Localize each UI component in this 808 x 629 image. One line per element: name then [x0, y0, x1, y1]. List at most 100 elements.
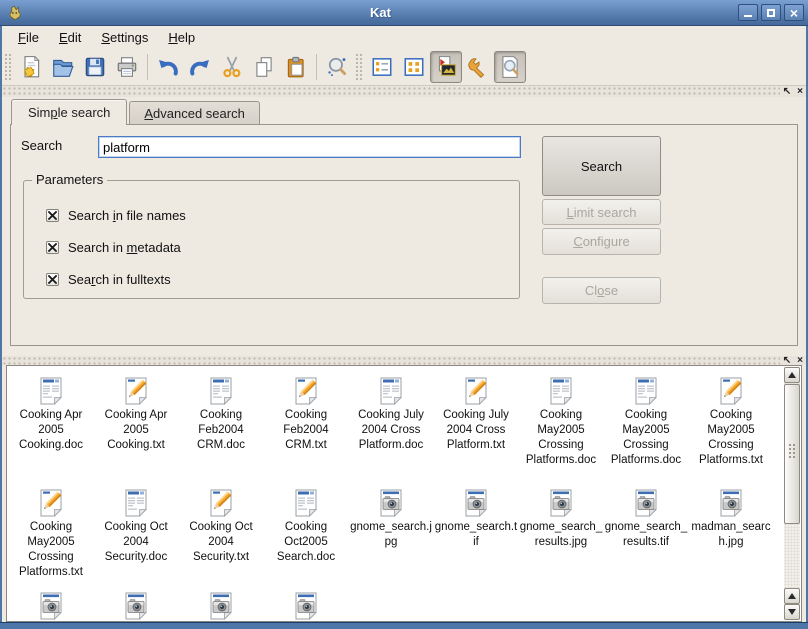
copy-button[interactable] — [248, 51, 280, 83]
dock-close-icon[interactable]: × — [794, 86, 806, 97]
toolbar-group — [366, 51, 526, 83]
checkbox-search-in-fulltexts[interactable] — [46, 273, 59, 286]
image-file-icon — [120, 590, 152, 620]
preview-icon — [498, 55, 522, 79]
file-item[interactable]: gnome_search_results.jpg — [519, 487, 603, 550]
search-input[interactable] — [98, 136, 521, 158]
window-controls: × — [738, 4, 804, 21]
checkbox-search-in-metadata[interactable] — [46, 241, 59, 254]
document-file-icon — [545, 375, 577, 407]
file-item[interactable]: Cooking Oct 2004 Security.txt — [179, 487, 263, 565]
file-item[interactable]: Cooking Oct 2004 Security.doc — [94, 487, 178, 565]
file-name: Cooking Feb2004 CRM.doc — [179, 408, 263, 453]
redo-button[interactable] — [184, 51, 216, 83]
window-border-bottom — [0, 622, 808, 629]
file-item[interactable]: Cooking Apr 2005 Cooking.doc — [9, 375, 93, 453]
file-item[interactable]: Cooking Feb2004 CRM.txt — [264, 375, 348, 453]
wrench-icon — [466, 55, 490, 79]
preview-button[interactable] — [494, 51, 526, 83]
file-name: Cooking May2005 Crossing Platforms.doc — [604, 408, 688, 468]
menu-settings[interactable]: Settings — [91, 27, 158, 48]
file-item[interactable]: madman_search_results.jpg — [94, 590, 178, 620]
checkbox-search-in-file-names[interactable] — [46, 209, 59, 222]
scrollbar-thumb[interactable] — [784, 384, 800, 524]
save-icon — [83, 55, 107, 79]
file-item[interactable]: madman_installing.jpg — [264, 590, 348, 620]
toolbar-handle[interactable] — [355, 53, 364, 81]
titlebar[interactable]: Kat × — [0, 0, 808, 26]
arrow-up-icon — [788, 593, 796, 599]
parameter-row: Search in metadata — [46, 240, 519, 255]
dock-close-icon[interactable]: × — [794, 356, 806, 365]
toolbar — [2, 48, 806, 86]
dock-undock-icon[interactable]: ↖ — [780, 356, 794, 365]
document-file-icon — [290, 487, 322, 519]
view-icons-icon — [402, 55, 426, 79]
configure-button[interactable]: Configure — [542, 228, 661, 255]
file-item[interactable]: Cooking May2005 Crossing Platforms.txt — [689, 375, 773, 468]
limit-search-button[interactable]: Limit search — [542, 199, 661, 225]
redo-icon — [188, 55, 212, 79]
view-images-button[interactable] — [430, 51, 462, 83]
scroll-down-button[interactable] — [784, 604, 800, 620]
open-button[interactable] — [47, 51, 79, 83]
image-file-icon — [545, 487, 577, 519]
file-item[interactable]: gnome_search_results.tif — [604, 487, 688, 550]
file-name: gnome_search_results.tif — [604, 520, 688, 550]
tab-simple-search[interactable]: Simple search — [11, 99, 127, 125]
file-item[interactable]: gnome_search.tif — [434, 487, 518, 550]
scroll-up-button[interactable] — [784, 367, 800, 383]
menu-help[interactable]: Help — [158, 27, 205, 48]
minimize-button[interactable] — [738, 4, 758, 21]
view-list-button[interactable] — [366, 51, 398, 83]
app-icon[interactable] — [5, 4, 23, 22]
close-button[interactable]: Close — [542, 277, 661, 304]
document-file-icon — [35, 375, 67, 407]
print-button[interactable] — [111, 51, 143, 83]
paste-button[interactable] — [280, 51, 312, 83]
image-file-icon — [460, 487, 492, 519]
file-item[interactable]: Cooking July 2004 Cross Platform.doc — [349, 375, 433, 453]
find-button[interactable] — [321, 51, 353, 83]
menu-file[interactable]: File — [8, 27, 49, 48]
search-dock-handle[interactable]: ↖ × — [2, 86, 806, 97]
file-name: Cooking Feb2004 CRM.txt — [264, 408, 348, 453]
cut-button[interactable] — [216, 51, 248, 83]
checkbox-label: Search in file names — [68, 208, 186, 223]
undo-button[interactable] — [152, 51, 184, 83]
file-name: Cooking Apr 2005 Cooking.txt — [94, 408, 178, 453]
app-window: Kat × FileEditSettingsHelp ↖ × Simple se… — [0, 0, 808, 629]
file-item[interactable]: Cooking Feb2004 CRM.doc — [179, 375, 263, 453]
toolbar-handle[interactable] — [4, 53, 13, 81]
file-item[interactable]: gnome_search.jpg — [349, 487, 433, 550]
save-button[interactable] — [79, 51, 111, 83]
file-item[interactable]: Cooking May2005 Crossing Platforms.txt — [9, 487, 93, 580]
open-folder-icon — [51, 55, 75, 79]
file-item[interactable]: madman_search.tif — [9, 590, 93, 620]
tab-advanced-search[interactable]: Advanced search — [129, 101, 259, 124]
new-button[interactable] — [15, 51, 47, 83]
file-item[interactable]: Cooking Oct2005 Search.doc — [264, 487, 348, 565]
file-item[interactable]: madman_search_results.tif — [179, 590, 263, 620]
print-icon — [115, 55, 139, 79]
document-file-icon — [205, 375, 237, 407]
close-button[interactable]: × — [784, 4, 804, 21]
file-item[interactable]: Cooking July 2004 Cross Platform.txt — [434, 375, 518, 453]
file-item[interactable]: madman_search.jpg — [689, 487, 773, 550]
vertical-scrollbar[interactable] — [784, 367, 800, 620]
view-list-icon — [370, 55, 394, 79]
file-item[interactable]: Cooking Apr 2005 Cooking.txt — [94, 375, 178, 453]
toolbar-separator — [316, 54, 317, 80]
file-item[interactable]: Cooking May2005 Crossing Platforms.doc — [604, 375, 688, 468]
file-name: Cooking Oct2005 Search.doc — [264, 520, 348, 565]
maximize-button[interactable] — [761, 4, 781, 21]
file-name: gnome_search.jpg — [349, 520, 433, 550]
scroll-up-button-bottom[interactable] — [784, 588, 800, 604]
dock-undock-icon[interactable]: ↖ — [780, 86, 794, 97]
file-item[interactable]: Cooking May2005 Crossing Platforms.doc — [519, 375, 603, 468]
view-icons-button[interactable] — [398, 51, 430, 83]
results-dock-handle[interactable]: ↖ × — [2, 356, 806, 365]
search-button[interactable]: Search — [542, 136, 661, 196]
configure-tool-button[interactable] — [462, 51, 494, 83]
menu-edit[interactable]: Edit — [49, 27, 91, 48]
